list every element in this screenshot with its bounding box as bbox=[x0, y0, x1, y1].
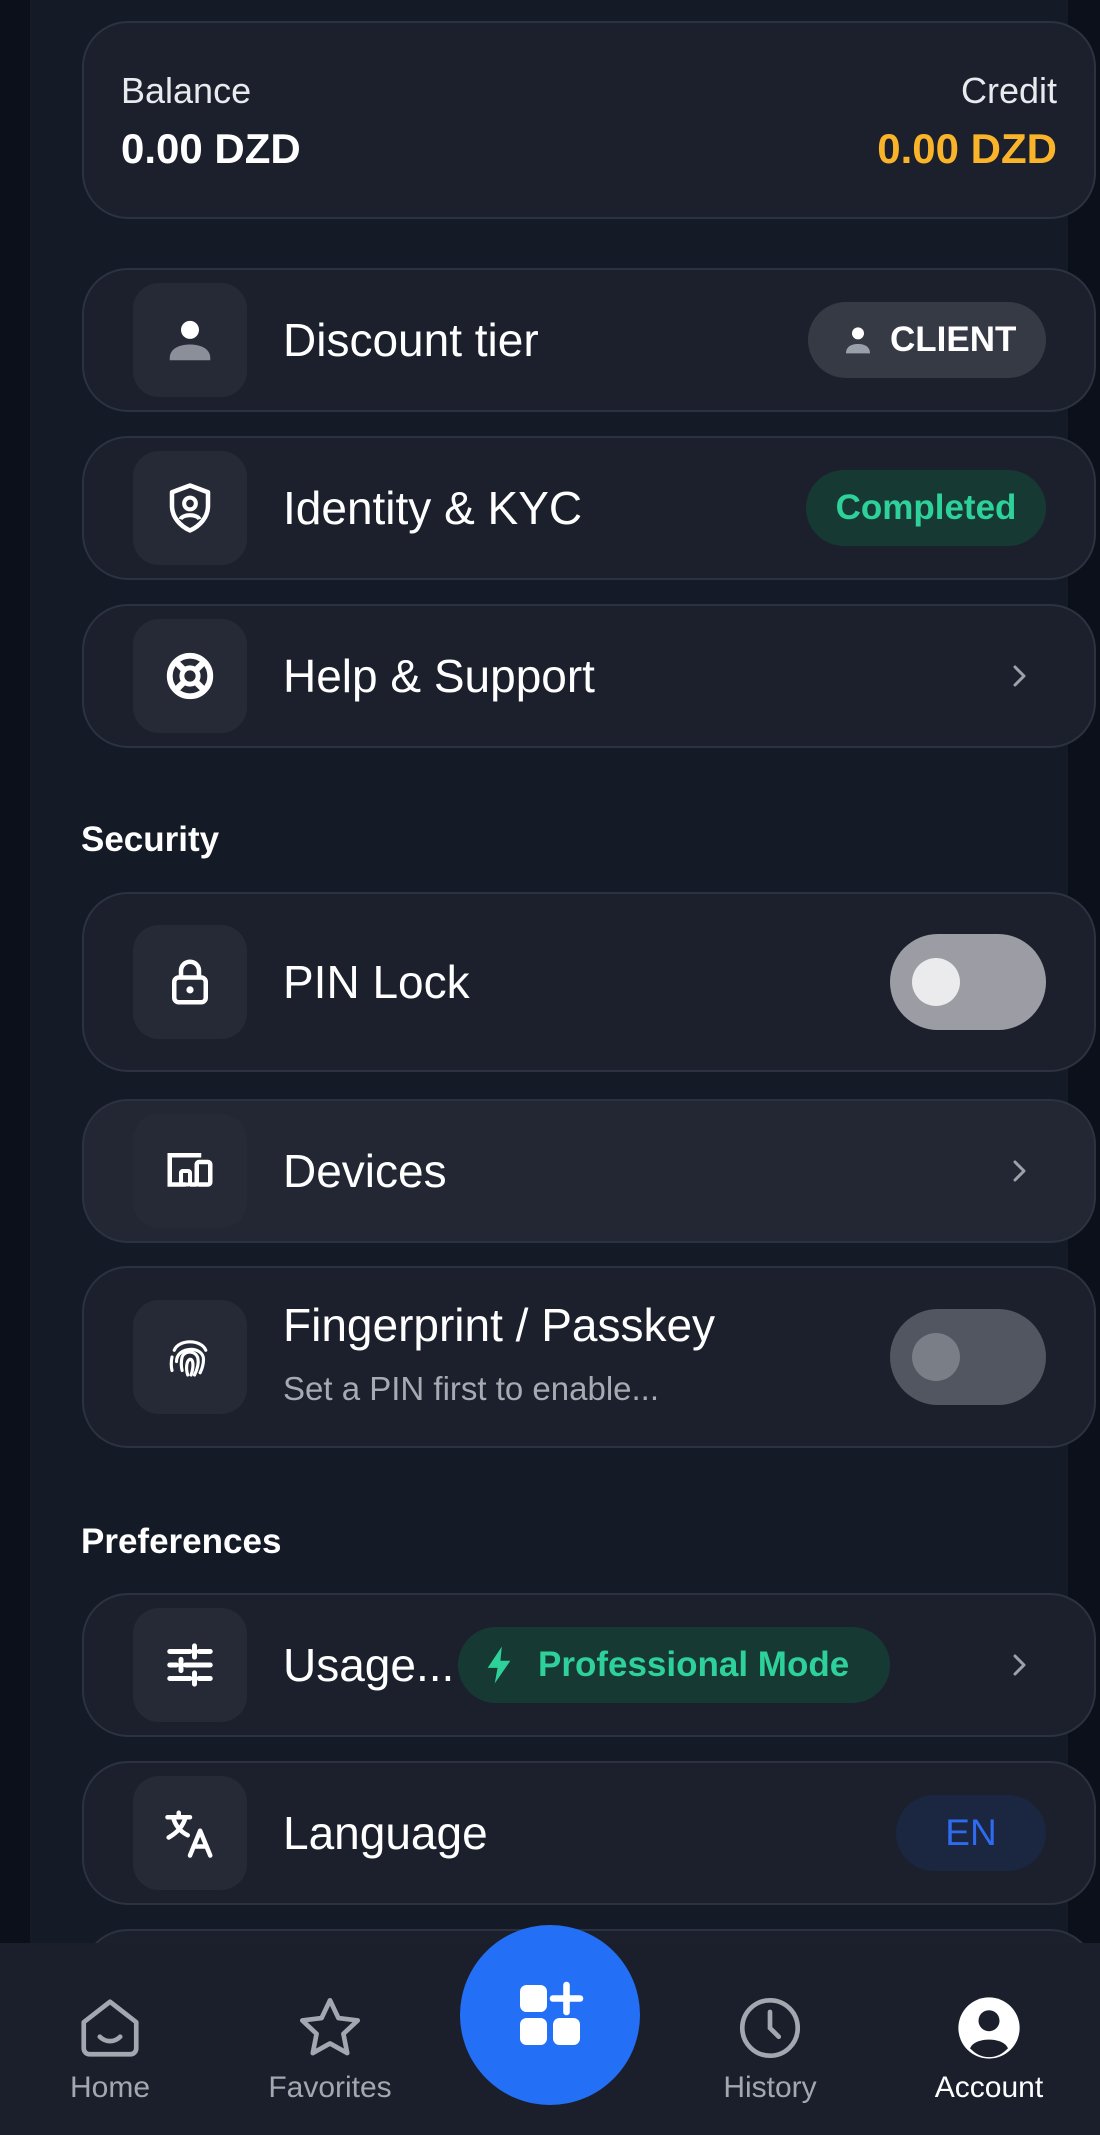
add-widget-button[interactable] bbox=[460, 1925, 640, 2105]
balance-label: Balance bbox=[121, 70, 252, 111]
kyc-status-badge: Completed bbox=[806, 470, 1046, 546]
language-label: Language bbox=[283, 1807, 488, 1859]
account-icon bbox=[958, 1997, 1020, 2059]
fingerprint-sublabel: Set a PIN first to enable... bbox=[283, 1370, 660, 1407]
help-support-label: Help & Support bbox=[283, 650, 595, 702]
fingerprint-icon bbox=[133, 1300, 247, 1414]
devices-icon bbox=[133, 1114, 247, 1228]
language-row[interactable]: Language EN bbox=[82, 1761, 1096, 1905]
fingerprint-toggle[interactable] bbox=[890, 1309, 1046, 1405]
tier-badge-text: CLIENT bbox=[890, 320, 1017, 359]
devices-row[interactable]: Devices bbox=[82, 1099, 1096, 1243]
chevron-right-icon bbox=[1013, 665, 1026, 687]
help-support-row[interactable]: Help & Support bbox=[82, 604, 1096, 748]
home-icon bbox=[81, 1999, 139, 2057]
nav-history-label: History bbox=[723, 2071, 817, 2104]
user-icon bbox=[133, 283, 247, 397]
discount-tier-label: Discount tier bbox=[283, 314, 539, 366]
pin-lock-toggle[interactable] bbox=[890, 934, 1046, 1030]
nav-account-label: Account bbox=[934, 2071, 1044, 2104]
sliders-icon bbox=[133, 1608, 247, 1722]
star-icon bbox=[299, 1997, 361, 2056]
language-value-badge: EN bbox=[896, 1795, 1046, 1871]
toggle-knob bbox=[912, 958, 960, 1006]
chevron-right-icon bbox=[1013, 1654, 1026, 1676]
lightning-icon bbox=[487, 1646, 511, 1684]
identity-kyc-row[interactable]: Identity & KYC Completed bbox=[82, 436, 1096, 580]
preferences-section-title: Preferences bbox=[81, 1522, 282, 1561]
nav-home-label: Home bbox=[69, 2071, 151, 2104]
credit-label: Credit bbox=[960, 70, 1057, 111]
security-section-title: Security bbox=[81, 820, 220, 859]
nav-home[interactable]: Home bbox=[10, 1943, 210, 2135]
mode-badge-text: Professional Mode bbox=[538, 1645, 850, 1684]
usage-label: Usage... bbox=[283, 1639, 455, 1691]
identity-kyc-label: Identity & KYC bbox=[283, 482, 583, 534]
chevron-right-icon bbox=[1013, 1160, 1026, 1182]
tier-badge: CLIENT bbox=[808, 302, 1046, 378]
pin-lock-label: PIN Lock bbox=[283, 956, 470, 1008]
clock-icon bbox=[739, 1997, 801, 2059]
discount-tier-row[interactable]: Discount tier CLIENT bbox=[82, 268, 1096, 412]
add-widget-icon bbox=[520, 1981, 584, 2045]
pin-lock-row: PIN Lock bbox=[82, 892, 1096, 1072]
usage-row[interactable]: Usage... Professional Mode bbox=[82, 1593, 1096, 1737]
nav-favorites[interactable]: Favorites bbox=[230, 1943, 430, 2135]
toggle-knob bbox=[912, 1333, 960, 1381]
mode-badge: Professional Mode bbox=[458, 1627, 890, 1703]
nav-favorites-label: Favorites bbox=[268, 2071, 392, 2104]
nav-history[interactable]: History bbox=[670, 1943, 870, 2135]
devices-label: Devices bbox=[283, 1145, 447, 1197]
balance-card: Balance 0.00 DZD Credit 0.00 DZD bbox=[82, 21, 1096, 219]
lifebuoy-icon bbox=[133, 619, 247, 733]
nav-account[interactable]: Account bbox=[889, 1943, 1089, 2135]
lock-icon bbox=[133, 925, 247, 1039]
user-small-icon bbox=[846, 327, 870, 354]
shield-user-icon bbox=[133, 451, 247, 565]
fingerprint-row: Fingerprint / Passkey Set a PIN first to… bbox=[82, 1266, 1096, 1448]
credit-value: 0.00 DZD bbox=[877, 125, 1057, 172]
balance-value: 0.00 DZD bbox=[121, 125, 301, 172]
translate-icon bbox=[133, 1776, 247, 1890]
fingerprint-label: Fingerprint / Passkey bbox=[283, 1299, 716, 1351]
